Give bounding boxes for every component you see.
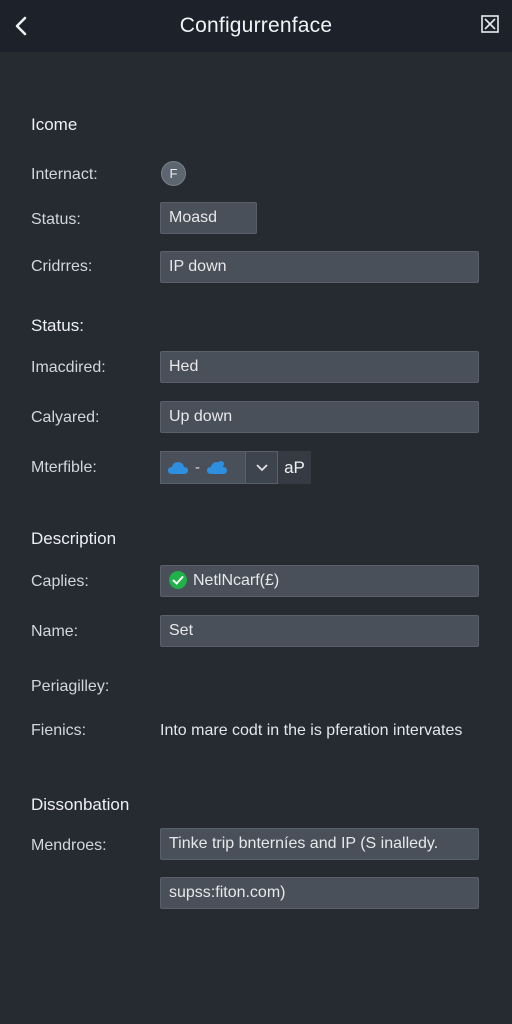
calyared-field[interactable]: Up down — [160, 401, 479, 433]
label-mendroes: Mendroes: — [31, 837, 107, 854]
internact-toggle[interactable]: F — [161, 161, 186, 186]
close-box-icon — [481, 15, 499, 33]
label-calyared: Calyared: — [31, 409, 100, 426]
section-title-status: Status: — [31, 316, 84, 335]
caplies-value: NetlNcarf(£) — [193, 572, 280, 589]
label-imacdired: Imacdired: — [31, 359, 106, 376]
mendroes-field-1[interactable]: Tinke trip bnterníes and IP (S inalledy. — [160, 828, 479, 860]
label-periagilley: Periagilley: — [31, 678, 110, 695]
cridrres-field[interactable]: IP down — [160, 251, 479, 283]
section-title-dissonbation: Dissonbation — [31, 795, 130, 814]
cloud-icon — [168, 461, 188, 474]
status-field[interactable]: Moasd — [160, 202, 257, 234]
mterfible-suffix: aP — [278, 451, 311, 484]
section-title-description: Description — [31, 529, 117, 548]
caplies-field[interactable]: NetlNcarf(£) — [160, 565, 479, 597]
section-title-icome: Icome — [31, 115, 78, 134]
label-name: Name: — [31, 623, 79, 640]
label-fienics: Fienics: — [31, 722, 87, 739]
mendroes-field-2[interactable]: supss:fiton.com) — [160, 877, 479, 909]
label-mterfible: Mterfible: — [31, 459, 97, 476]
label-caplies: Caplies: — [31, 573, 89, 590]
label-internact: Internact: — [31, 166, 98, 183]
mterfible-separator: - — [195, 459, 200, 476]
mterfible-select[interactable]: - — [160, 451, 246, 484]
name-field[interactable]: Set — [160, 615, 479, 647]
fienics-value: Into mare codt in the is pferation inter… — [160, 722, 463, 739]
close-button[interactable] — [480, 14, 502, 36]
chevron-down-icon — [255, 463, 268, 471]
page-title: Configurrenface — [179, 14, 333, 37]
top-bar: Configurrenface — [0, 0, 512, 52]
label-status: Status: — [31, 211, 81, 228]
check-circle-icon — [169, 570, 187, 589]
label-cridrres: Cridrres: — [31, 258, 93, 275]
imacdired-field[interactable]: Hed — [160, 351, 479, 383]
mterfible-dropdown-button[interactable] — [246, 451, 278, 484]
mterfible-combo: - aP — [160, 451, 311, 484]
cloud-icon — [207, 460, 227, 474]
